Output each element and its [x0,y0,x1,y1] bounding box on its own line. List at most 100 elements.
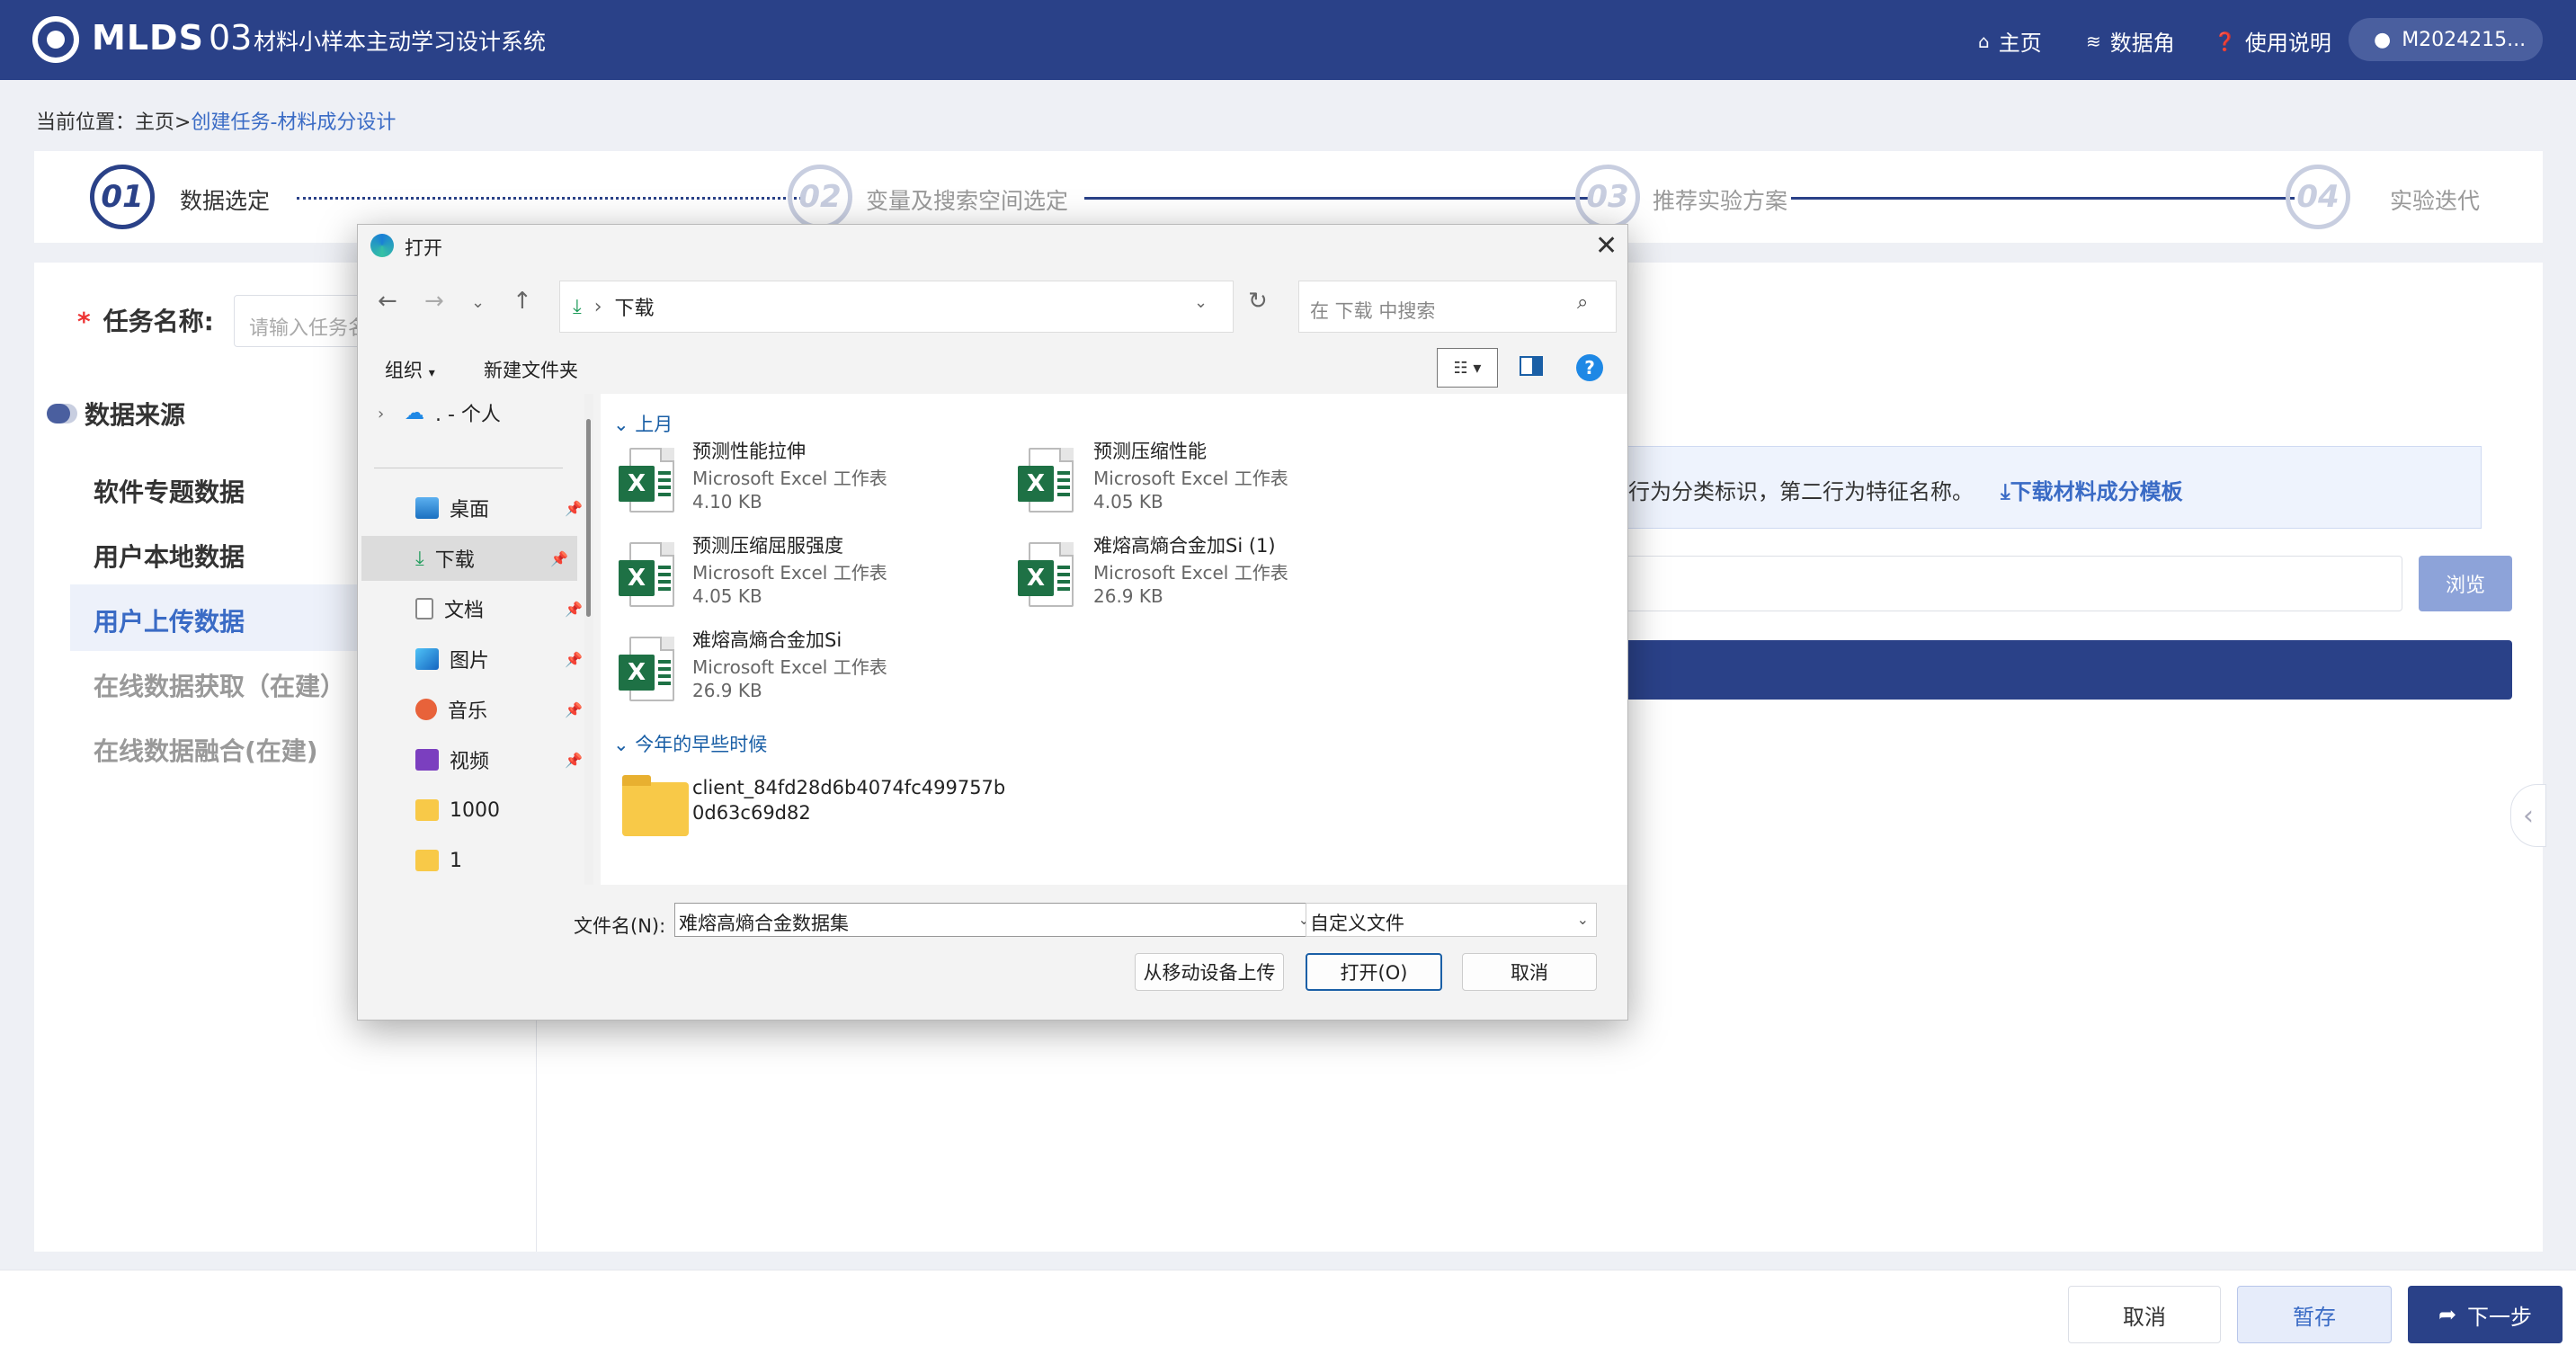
file-name: 难熔高熵合金加Si (1) [1093,535,1276,557]
forward-arrow-icon[interactable]: → [424,288,444,315]
sidebar-item-pictures[interactable]: 图片 📌 [376,637,590,682]
layers-icon: ≋ [2086,30,2101,52]
onedrive-cloud-icon: ☁ [405,401,424,424]
download-template-link[interactable]: ⤓下载材料成分模板 [2001,479,2183,504]
preview-pane-icon[interactable] [1520,356,1543,376]
group-collapse-icon: ⌄ [613,734,629,755]
nav-help-label: 使用说明 [2244,31,2331,56]
forward-arrow-icon: ➦ [2438,1302,2457,1327]
sidebar-item-music[interactable]: 音乐 📌 [376,687,590,732]
excel-file-icon: X [1018,542,1075,607]
file-type-value: 自定义文件 [1310,913,1404,934]
file-size: 4.10 KB [692,491,762,513]
nav-data-corner[interactable]: ≋ 数据角 [2086,25,2175,57]
browse-button[interactable]: 浏览 [2419,556,2512,611]
next-step-button[interactable]: ➦ 下一步 [2408,1286,2563,1343]
required-mark: * [77,307,91,336]
source-upload-data[interactable]: 用户上传数据 [94,602,245,638]
address-bar[interactable]: ⤓ › 下载 [559,281,1234,333]
excel-file-icon: X [619,448,676,513]
file-item[interactable]: X 难熔高熵合金加Si (1) Microsoft Excel 工作表 26.9… [1018,531,1395,621]
file-name-input[interactable]: 难熔高熵合金数据集 ⌄ [674,903,1318,937]
sidebar-item-folder-1000[interactable]: 1000 [376,788,590,833]
close-icon[interactable]: ✕ [1595,230,1618,262]
nav-help[interactable]: ❓ 使用说明 [2214,25,2331,57]
address-dropdown-icon[interactable]: ⌄ [1194,293,1208,312]
file-item[interactable]: X 难熔高熵合金加Si Microsoft Excel 工作表 26.9 KB [619,626,996,716]
dialog-cancel-button[interactable]: 取消 [1462,953,1597,991]
sidebar-item-label: 桌面 [450,499,490,521]
upload-notice-text: 行为分类标识，第二行为特征名称。 [1628,479,1974,504]
file-name: 难熔高熵合金加Si [692,629,842,651]
file-list: ⌄ 上月 X 预测性能拉伸 Microsoft Excel 工作表 4.10 K… [601,394,1627,885]
step-connector [1791,197,2295,200]
sidebar-item-label: 图片 [450,650,490,673]
upload-button[interactable] [1609,640,2512,700]
search-icon[interactable]: ⌕ [1577,291,1588,314]
excel-file-icon: X [619,637,676,701]
file-name: 预测性能拉伸 [692,441,806,462]
address-location: 下载 [614,298,655,320]
open-button[interactable]: 打开(O) [1306,953,1442,991]
sidebar-item-folder-1[interactable]: 1 [376,838,590,883]
nav-home-label: 主页 [1998,31,2042,56]
up-arrow-icon[interactable]: ↑ [513,288,532,315]
cancel-button[interactable]: 取消 [2068,1286,2221,1343]
source-online-merge[interactable]: 在线数据融合(在建) [94,732,318,768]
folder-item[interactable]: client_84fd28d6b4074fc499757b 0d63c69d82 [622,762,1018,843]
user-menu[interactable]: ● M2024215... [2349,18,2543,61]
help-icon[interactable]: ? [1576,354,1603,381]
nav-home[interactable]: ⌂ 主页 [1978,25,2042,57]
history-chevron-icon[interactable]: ⌄ [471,293,485,312]
sidebar-item-downloads[interactable]: ⤓ 下载 📌 [361,536,577,581]
download-icon: ⤓ [573,295,582,318]
group-collapse-icon: ⌄ [613,414,629,435]
chevron-down-icon: ⌄ [1576,911,1589,928]
refresh-icon[interactable]: ↻ [1248,288,1268,315]
step-3-label: 推荐实验方案 [1653,188,1788,214]
file-type-select[interactable]: 自定义文件 ⌄ [1306,903,1597,937]
toggle-dot-icon [47,404,70,423]
pin-icon: 📌 [565,499,583,517]
sidebar-item-documents[interactable]: 文档 📌 [376,586,590,631]
sidebar-item-label: 下载 [434,549,475,572]
save-draft-button[interactable]: 暂存 [2237,1286,2392,1343]
view-options-icon[interactable]: ☷ ▾ [1437,348,1498,388]
video-icon [415,749,439,771]
source-topic-data[interactable]: 软件专题数据 [94,473,245,509]
sidebar-item-label: 文档 [444,600,485,622]
step-1-label: 数据选定 [180,188,271,214]
step-1-circle: 01 [90,165,155,229]
breadcrumb-separator-icon: › [593,295,602,318]
breadcrumb: 当前位置：主页>创建任务-材料成分设计 [36,106,396,135]
step-2-label: 变量及搜索空间选定 [866,188,1069,214]
file-path-field[interactable] [1609,556,2402,611]
group-header-earlier-this-year[interactable]: ⌄ 今年的早些时候 [613,730,767,757]
sidebar-item-videos[interactable]: 视频 📌 [376,737,590,782]
sidebar-item-label: . - 个人 [435,404,501,426]
sidebar-item-label: 音乐 [448,700,488,723]
data-source-title: 数据来源 [47,396,185,432]
file-item[interactable]: X 预测性能拉伸 Microsoft Excel 工作表 4.10 KB [619,437,996,527]
new-folder-button[interactable]: 新建文件夹 [484,356,578,383]
folder-name-line-2: 0d63c69d82 [692,802,811,824]
task-name-text: 任务名称: [103,307,214,336]
sidebar-item-onedrive[interactable]: ☁ . - 个人 [367,394,583,435]
help-circle-icon: ❓ [2214,30,2236,52]
upload-from-mobile-button[interactable]: 从移动设备上传 [1135,953,1284,991]
source-online-fetch[interactable]: 在线数据获取（在建） [94,667,345,703]
file-item[interactable]: X 预测压缩屈服强度 Microsoft Excel 工作表 4.05 KB [619,531,996,621]
organize-menu[interactable]: 组织 ▾ [385,356,435,383]
sidebar-scroll-thumb[interactable] [586,419,591,617]
caret-down-icon: ▾ [428,366,435,380]
folder-search-input[interactable]: 在 下载 中搜索 [1298,281,1617,333]
file-item[interactable]: X 预测压缩性能 Microsoft Excel 工作表 4.05 KB [1018,437,1395,527]
group-header-last-month[interactable]: ⌄ 上月 [613,410,673,437]
sidebar-item-desktop[interactable]: 桌面 📌 [376,486,590,530]
sidebar-item-label: 视频 [450,751,490,773]
task-name-label: * 任务名称: [77,302,214,338]
back-arrow-icon[interactable]: ← [378,288,397,315]
breadcrumb-prefix: 当前位置： [36,111,136,134]
source-local-data[interactable]: 用户本地数据 [94,538,245,574]
breadcrumb-home[interactable]: 主页> [135,111,191,134]
